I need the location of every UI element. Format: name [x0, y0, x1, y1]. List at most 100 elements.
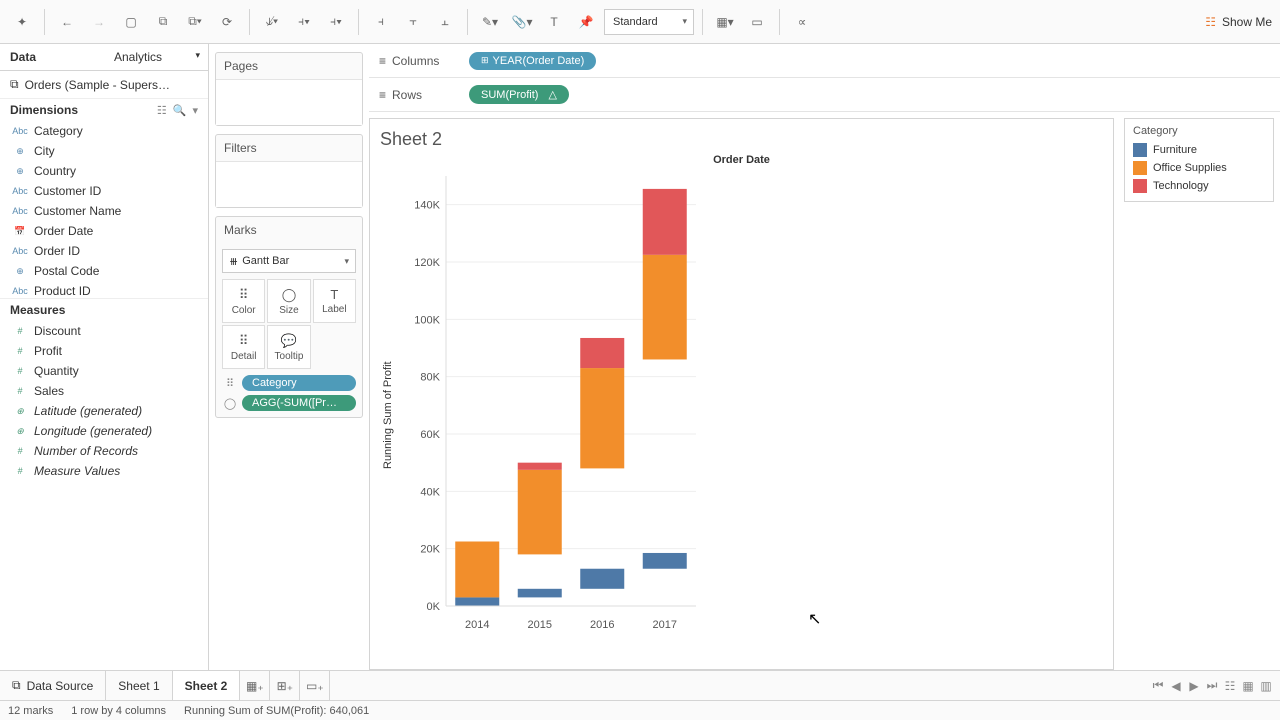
viz-canvas[interactable]: Sheet 2 Order Date Running Sum of Profit… [369, 118, 1114, 670]
sheet-tab-sheet-2[interactable]: Sheet 2 [173, 671, 241, 700]
new-sheet-icon[interactable]: ▦₊ [240, 671, 270, 700]
new-worksheet-icon[interactable]: ⧉▾ [181, 8, 209, 36]
new-story-icon[interactable]: ▭₊ [300, 671, 330, 700]
menu-icon[interactable]: ▾ [192, 104, 198, 117]
data-source-name[interactable]: ⧉ Orders (Sample - Supers… [0, 71, 208, 99]
field-discount[interactable]: #Discount [0, 321, 208, 341]
field-product-id[interactable]: AbcProduct ID [0, 281, 208, 299]
field-country[interactable]: ⊕Country [0, 161, 208, 181]
status-bar: 12 marks 1 row by 4 columns Running Sum … [0, 700, 1280, 720]
forward-icon[interactable]: → [85, 8, 113, 36]
svg-text:120K: 120K [414, 257, 440, 269]
tooltip-icon: 💬 [281, 333, 297, 349]
new-dashboard-icon[interactable]: ⊞₊ [270, 671, 300, 700]
tab-sort-icon[interactable]: ▥ [1258, 679, 1274, 693]
swap-icon[interactable]: ⫝̸▾ [258, 8, 286, 36]
new-data-icon[interactable]: ⧉ [149, 8, 177, 36]
sort-desc-icon[interactable]: ⫞▾ [322, 8, 350, 36]
refresh-icon[interactable]: ⟳ [213, 8, 241, 36]
mark-tooltip[interactable]: 💬Tooltip [267, 325, 310, 369]
mark-size[interactable]: ◯Size [267, 279, 310, 323]
sheet-tab-sheet-1[interactable]: Sheet 1 [106, 671, 172, 700]
field-type-icon: # [12, 346, 28, 356]
back-icon[interactable]: ← [53, 8, 81, 36]
field-order-id[interactable]: AbcOrder ID [0, 241, 208, 261]
legend-swatch-icon [1133, 161, 1147, 175]
tab-grid-icon[interactable]: ▦ [1240, 679, 1256, 693]
field-number-of-records[interactable]: #Number of Records [0, 441, 208, 461]
legend-item-technology[interactable]: Technology [1133, 177, 1265, 195]
sort-asc-icon[interactable]: ⫞▾ [290, 8, 318, 36]
dashboard-icon[interactable]: ▦▾ [711, 8, 739, 36]
columns-pill[interactable]: ⊞ YEAR(Order Date) [469, 52, 596, 70]
field-category[interactable]: AbcCategory [0, 121, 208, 141]
svg-text:2017: 2017 [653, 619, 677, 631]
mark-type-select[interactable]: ⧻ Gantt Bar [222, 249, 356, 273]
section-dimensions: Dimensions ☷ 🔍 ▾ [0, 99, 208, 121]
status-marks: 12 marks [8, 705, 53, 717]
field-postal-code[interactable]: ⊕Postal Code [0, 261, 208, 281]
search-icon[interactable]: 🔍 [173, 104, 187, 117]
fit-dropdown[interactable]: Standard [604, 9, 694, 35]
field-quantity[interactable]: #Quantity [0, 361, 208, 381]
field-customer-id[interactable]: AbcCustomer ID [0, 181, 208, 201]
sheet-title[interactable]: Sheet 2 [380, 129, 1103, 150]
pages-shelf[interactable]: Pages [215, 52, 363, 126]
tab-analytics[interactable]: Analytics [104, 44, 208, 70]
field-type-icon: # [12, 386, 28, 396]
nav-last-icon[interactable]: ⏭ [1204, 678, 1220, 693]
group-icon[interactable]: ⫞ [367, 8, 395, 36]
presentation-icon[interactable]: ▭ [743, 8, 771, 36]
field-measure-values[interactable]: #Measure Values [0, 461, 208, 481]
field-city[interactable]: ⊕City [0, 141, 208, 161]
field-type-icon: ⊕ [12, 166, 28, 177]
filters-shelf[interactable]: Filters [215, 134, 363, 208]
field-latitude-generated-[interactable]: ⊕Latitude (generated) [0, 401, 208, 421]
field-type-icon: Abc [12, 286, 28, 296]
nav-first-icon[interactable]: ⏮ [1150, 678, 1166, 693]
film-strip-icon[interactable]: ☷ [1222, 679, 1238, 693]
pill-agg-sum-pr-[interactable]: AGG(-SUM([Pr… [242, 395, 356, 411]
field-type-icon: Abc [12, 186, 28, 196]
svg-text:40K: 40K [420, 486, 440, 498]
chart[interactable]: 0K20K40K60K80K100K120K140K20142015201620… [396, 166, 1103, 665]
section-measures: Measures [0, 299, 208, 321]
field-type-icon: # [12, 326, 28, 336]
field-longitude-generated-[interactable]: ⊕Longitude (generated) [0, 421, 208, 441]
show-mark-labels-icon[interactable]: ⫟ [399, 8, 427, 36]
attach-icon[interactable]: 📎▾ [508, 8, 536, 36]
pin-icon[interactable]: 📌 [572, 8, 600, 36]
datasource-icon: ⧉ [10, 77, 19, 92]
field-sales[interactable]: #Sales [0, 381, 208, 401]
save-icon[interactable]: ▢ [117, 8, 145, 36]
nav-next-icon[interactable]: ▶ [1186, 679, 1202, 693]
columns-shelf[interactable]: ≡Columns ⊞ YEAR(Order Date) [369, 44, 1280, 78]
field-profit[interactable]: #Profit [0, 341, 208, 361]
nav-prev-icon[interactable]: ◀ [1168, 679, 1184, 693]
show-me-button[interactable]: ☷ Show Me [1205, 15, 1272, 29]
view-data-icon[interactable]: ☷ [157, 104, 167, 117]
field-customer-name[interactable]: AbcCustomer Name [0, 201, 208, 221]
legend-item-office-supplies[interactable]: Office Supplies [1133, 159, 1265, 177]
highlight-icon[interactable]: ✎▾ [476, 8, 504, 36]
rows-pill[interactable]: SUM(Profit) △ [469, 85, 569, 104]
legend-swatch-icon [1133, 143, 1147, 157]
logo-icon[interactable]: ✦ [8, 8, 36, 36]
share-icon[interactable]: ∝ [788, 8, 816, 36]
field-type-icon: # [12, 366, 28, 376]
legend-item-furniture[interactable]: Furniture [1133, 141, 1265, 159]
color-legend[interactable]: Category FurnitureOffice SuppliesTechnol… [1124, 118, 1274, 202]
tab-data[interactable]: Data [0, 44, 104, 70]
tab-data-source[interactable]: ⧉ Data Source [0, 671, 106, 700]
text-icon[interactable]: T [540, 8, 568, 36]
pill-category[interactable]: Category [242, 375, 356, 391]
pill-encoding-icon: ◯ [222, 397, 238, 410]
field-order-date[interactable]: 📅Order Date [0, 221, 208, 241]
format-icon[interactable]: ⫠ [431, 8, 459, 36]
mark-label[interactable]: TLabel [313, 279, 356, 323]
rows-shelf[interactable]: ≡Rows SUM(Profit) △ [369, 78, 1280, 112]
mark-detail[interactable]: ⠿Detail [222, 325, 265, 369]
dimensions-list: AbcCategory⊕City⊕CountryAbcCustomer IDAb… [0, 121, 208, 299]
mark-color[interactable]: ⠿Color [222, 279, 265, 323]
svg-text:20K: 20K [420, 544, 440, 556]
